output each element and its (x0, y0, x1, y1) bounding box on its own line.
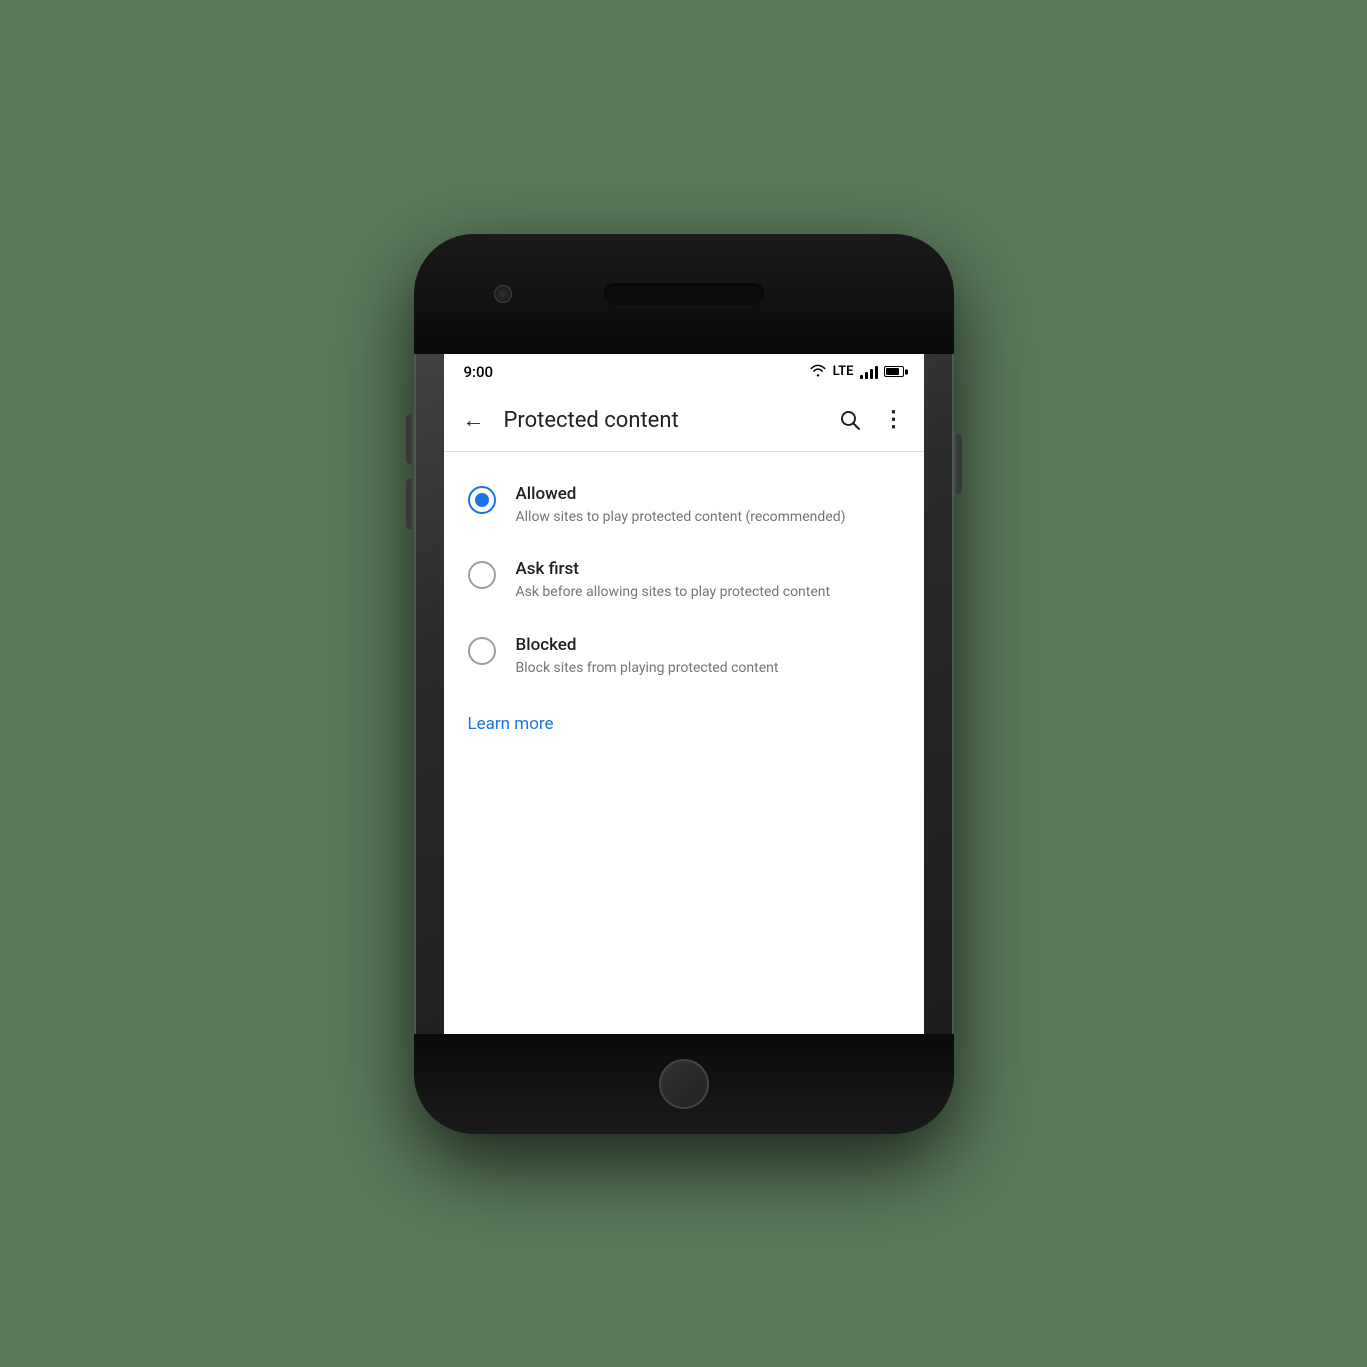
front-camera (494, 285, 512, 303)
volume-up-button[interactable] (406, 414, 412, 464)
learn-more-link[interactable]: Learn more (444, 694, 578, 754)
more-options-icon: ⋮ (883, 409, 905, 431)
volume-down-button[interactable] (406, 479, 412, 529)
status-icons: LTE (809, 362, 904, 381)
option-blocked[interactable]: Blocked Block sites from playing protect… (444, 619, 924, 695)
radio-allowed[interactable] (468, 486, 496, 514)
option-ask-first-desc: Ask before allowing sites to play protec… (516, 583, 900, 603)
radio-blocked[interactable] (468, 637, 496, 665)
back-button[interactable]: ← (452, 398, 496, 442)
status-bar: 9:00 LTE (444, 354, 924, 390)
signal-icon (860, 365, 878, 379)
option-blocked-label: Blocked (516, 635, 900, 655)
more-options-button[interactable]: ⋮ (872, 398, 916, 442)
option-blocked-desc: Block sites from playing protected conte… (516, 659, 900, 679)
content-area: Allowed Allow sites to play protected co… (444, 452, 924, 771)
lte-indicator: LTE (833, 364, 854, 379)
option-ask-first-text: Ask first Ask before allowing sites to p… (516, 559, 900, 603)
power-button[interactable] (956, 434, 962, 494)
search-icon (838, 408, 862, 432)
battery-icon (884, 366, 904, 377)
phone-device: 9:00 LTE (414, 234, 954, 1134)
option-allowed-desc: Allow sites to play protected content (r… (516, 508, 900, 528)
screen: 9:00 LTE (444, 354, 924, 1034)
speaker (604, 283, 764, 305)
search-button[interactable] (828, 398, 872, 442)
option-allowed-text: Allowed Allow sites to play protected co… (516, 484, 900, 528)
radio-ask-first[interactable] (468, 561, 496, 589)
status-time: 9:00 (464, 363, 494, 381)
option-blocked-text: Blocked Block sites from playing protect… (516, 635, 900, 679)
option-ask-first-label: Ask first (516, 559, 900, 579)
app-bar: ← Protected content ⋮ (444, 390, 924, 452)
option-allowed[interactable]: Allowed Allow sites to play protected co… (444, 468, 924, 544)
top-bezel (414, 234, 954, 354)
back-arrow-icon: ← (463, 407, 485, 433)
option-allowed-label: Allowed (516, 484, 900, 504)
option-ask-first[interactable]: Ask first Ask before allowing sites to p… (444, 543, 924, 619)
wifi-icon (809, 362, 827, 381)
bottom-bezel (414, 1034, 954, 1134)
page-title: Protected content (504, 408, 828, 433)
home-button[interactable] (659, 1059, 709, 1109)
